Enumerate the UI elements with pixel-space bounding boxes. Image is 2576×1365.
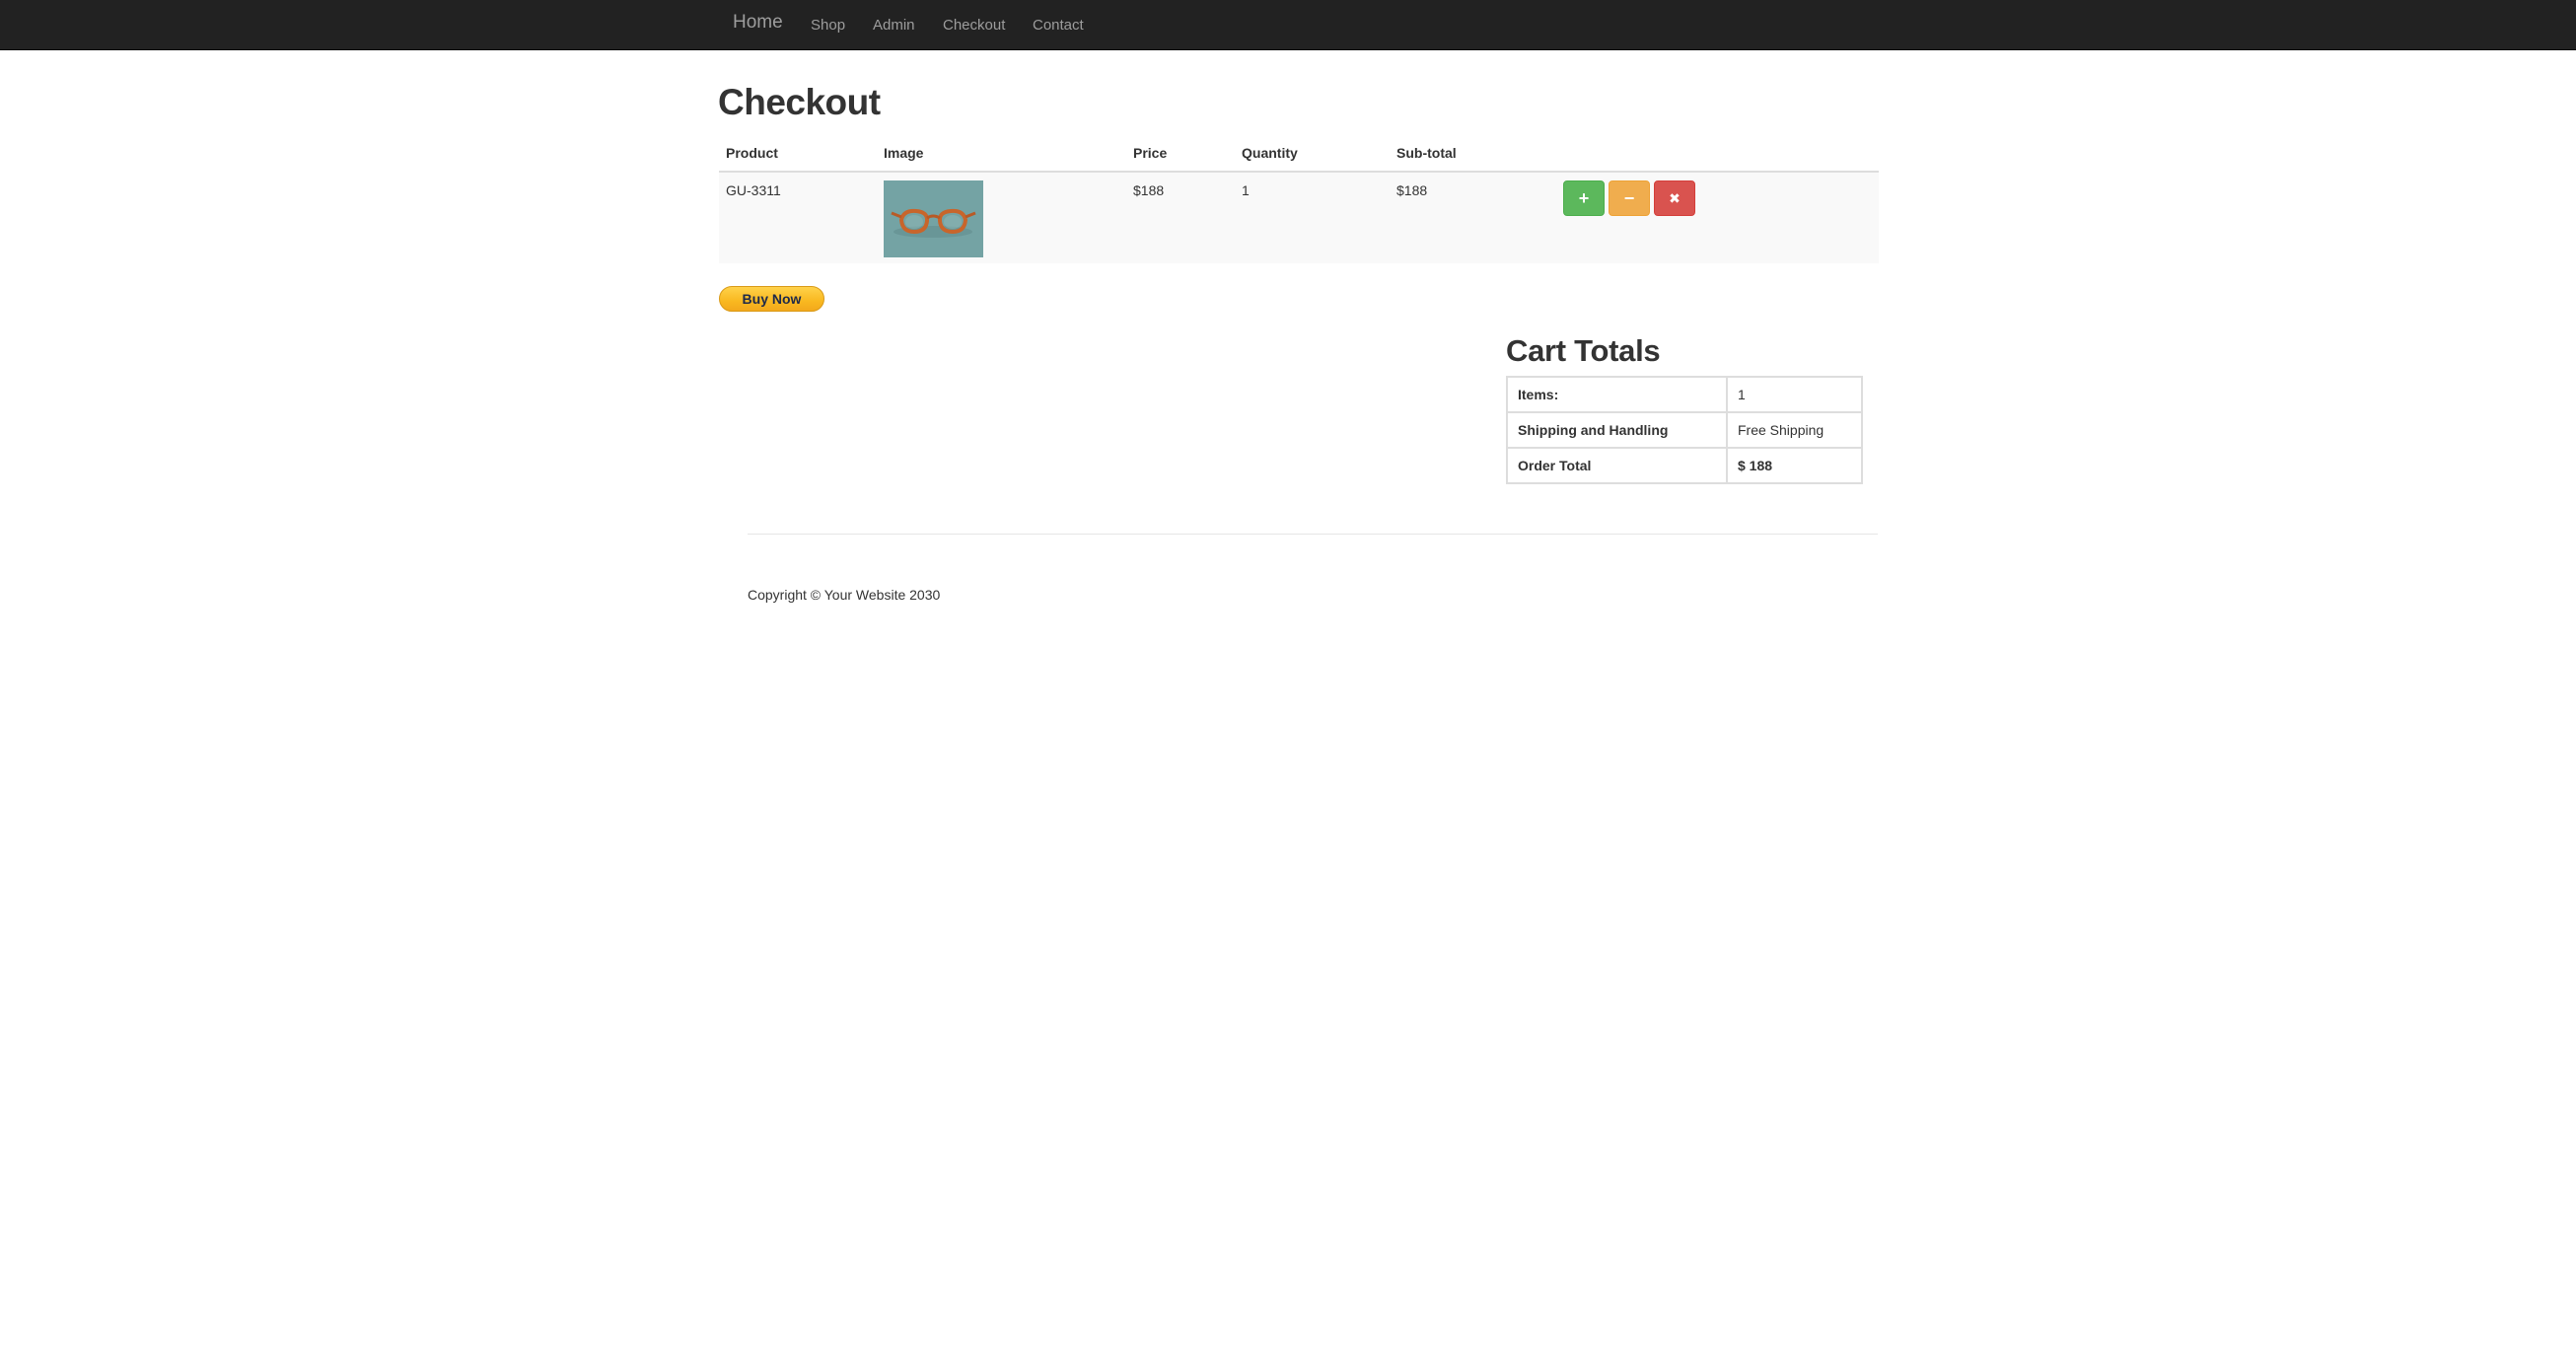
cart-totals-table: Items: 1 Shipping and Handling Free Ship… xyxy=(1506,376,1863,484)
plus-icon: + xyxy=(1578,187,1590,208)
column-header-price: Price xyxy=(1133,145,1168,161)
nav-brand-home[interactable]: Home xyxy=(733,12,783,34)
totals-label-shipping: Shipping and Handling xyxy=(1506,411,1728,449)
nav-link-admin[interactable]: Admin xyxy=(873,17,915,34)
column-header-quantity: Quantity xyxy=(1242,145,1298,161)
nav-link-checkout[interactable]: Checkout xyxy=(943,17,1005,34)
minus-icon: − xyxy=(1623,187,1635,208)
nav-link-contact[interactable]: Contact xyxy=(1033,17,1084,34)
totals-label-items: Items: xyxy=(1506,376,1728,413)
cell-quantity: 1 xyxy=(1242,182,1250,198)
column-header-subtotal: Sub-total xyxy=(1396,145,1457,161)
buy-now-button[interactable]: Buy Now xyxy=(719,286,824,312)
top-navbar: Home Shop Admin Checkout Contact xyxy=(0,0,2576,50)
cell-product: GU-3311 xyxy=(726,182,781,198)
footer-divider xyxy=(748,534,1878,535)
footer-copyright: Copyright © Your Website 2030 xyxy=(748,587,941,603)
totals-row-order-total: Order Total $ 188 xyxy=(1506,447,1863,484)
cell-price: $188 xyxy=(1133,182,1165,198)
eyeglasses-image xyxy=(884,180,983,257)
totals-value-shipping: Free Shipping xyxy=(1726,411,1863,449)
totals-value-order-total: $ 188 xyxy=(1726,447,1863,484)
close-icon: ✖ xyxy=(1669,189,1681,206)
nav-link-shop[interactable]: Shop xyxy=(811,17,845,34)
cart-totals-title: Cart Totals xyxy=(1506,333,1661,368)
totals-value-items: 1 xyxy=(1726,376,1863,413)
decrease-quantity-button[interactable]: − xyxy=(1609,180,1650,216)
remove-item-button[interactable]: ✖ xyxy=(1654,180,1695,216)
totals-label-order-total: Order Total xyxy=(1506,447,1728,484)
column-header-image: Image xyxy=(884,145,924,161)
cell-subtotal: $188 xyxy=(1396,182,1428,198)
column-header-product: Product xyxy=(726,145,778,161)
totals-row-items: Items: 1 xyxy=(1506,376,1863,413)
totals-row-shipping: Shipping and Handling Free Shipping xyxy=(1506,411,1863,449)
page-title: Checkout xyxy=(718,82,881,122)
increase-quantity-button[interactable]: + xyxy=(1563,180,1605,216)
